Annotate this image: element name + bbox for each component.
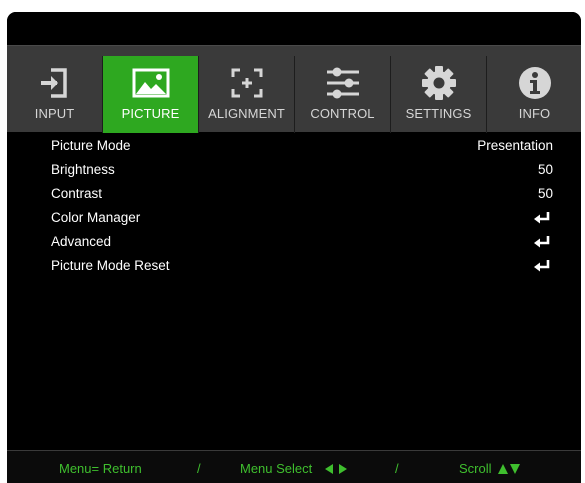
footer-menu-return: Menu= Return [59, 461, 142, 476]
tab-input-label: INPUT [34, 106, 75, 121]
tab-picture[interactable]: PICTURE [103, 56, 198, 133]
footer-separator: / [197, 461, 201, 476]
control-sliders-icon [295, 65, 390, 101]
menu-item-label: Brightness [51, 162, 115, 177]
menu-item-value: 50 [537, 186, 553, 201]
tab-settings-label: SETTINGS [405, 106, 472, 121]
tab-info[interactable]: INFO [487, 56, 581, 133]
footer-separator: / [395, 461, 399, 476]
tab-input[interactable]: INPUT [7, 56, 102, 133]
menu-item-label: Color Manager [51, 210, 141, 225]
alignment-icon [199, 65, 294, 101]
menu-item-label: Advanced [51, 234, 112, 249]
tab-alignment-label: ALIGNMENT [208, 106, 285, 121]
menu-item-picture-mode[interactable]: Picture Mode Presentation [51, 135, 553, 157]
footer-hint-bar: Menu= Return / Menu Select / Scroll [7, 450, 581, 483]
picture-icon [103, 65, 198, 101]
menu-item-value: Presentation [477, 138, 553, 153]
tab-settings[interactable]: SETTINGS [391, 56, 486, 133]
info-icon [487, 65, 581, 101]
tab-bar: INPUT PICTURE ALIGNMENT CONTROL SETTINGS… [7, 45, 581, 133]
tab-alignment[interactable]: ALIGNMENT [199, 56, 294, 133]
enter-icon [534, 212, 550, 224]
menu-item-value: 50 [537, 162, 553, 177]
menu-item-picture-mode-reset[interactable]: Picture Mode Reset [51, 255, 553, 277]
menu-item-label: Contrast [51, 186, 103, 201]
tab-picture-label: PICTURE [121, 106, 180, 121]
menu-item-label: Picture Mode Reset [51, 258, 170, 273]
up-down-arrows-icon [498, 464, 520, 474]
tab-info-label: INFO [518, 106, 551, 121]
menu-item-label: Picture Mode [51, 138, 131, 153]
tab-control-label: CONTROL [310, 106, 375, 121]
enter-icon [534, 236, 550, 248]
input-icon [7, 65, 102, 101]
menu-item-contrast[interactable]: Contrast 50 [51, 183, 553, 205]
left-right-arrows-icon [325, 464, 347, 474]
tab-control[interactable]: CONTROL [295, 56, 390, 133]
osd-menu: INPUT PICTURE ALIGNMENT CONTROL SETTINGS… [7, 12, 581, 483]
footer-menu-select: Menu Select [240, 461, 313, 476]
footer-scroll: Scroll [459, 461, 492, 476]
menu-item-advanced[interactable]: Advanced [51, 231, 553, 253]
enter-icon [534, 260, 550, 272]
gear-icon [391, 65, 486, 101]
menu-item-color-manager[interactable]: Color Manager [51, 207, 553, 229]
menu-item-brightness[interactable]: Brightness 50 [51, 159, 553, 181]
menu-top-strip [7, 12, 581, 45]
